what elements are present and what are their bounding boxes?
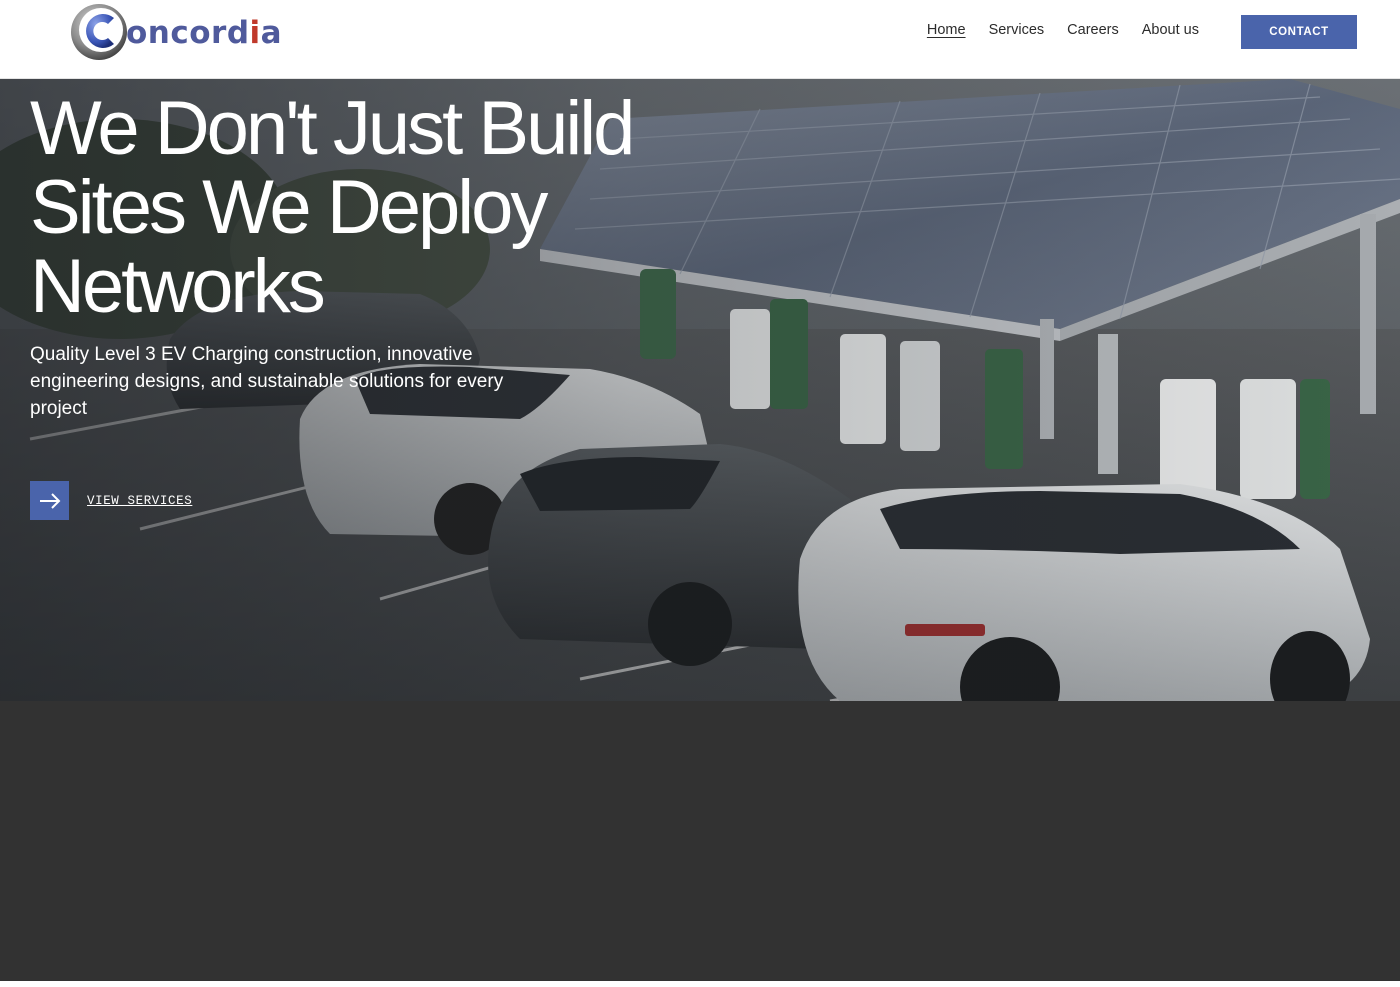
main-nav: Home Services Careers About us xyxy=(927,22,1199,38)
hero-section: We Don't Just Build Sites We Deploy Netw… xyxy=(0,79,1400,701)
nav-careers[interactable]: Careers xyxy=(1067,22,1119,38)
view-services-link[interactable]: VIEW SERVICES xyxy=(30,481,192,520)
hero-subtitle: Quality Level 3 EV Charging construction… xyxy=(30,344,504,419)
view-services-label[interactable]: VIEW SERVICES xyxy=(87,494,192,508)
cta-arrow-button[interactable] xyxy=(30,481,69,520)
hero-title: We Don't Just Build Sites We Deploy Netw… xyxy=(30,89,730,326)
content-section-dark xyxy=(0,701,1400,981)
contact-button[interactable]: CONTACT xyxy=(1241,15,1357,49)
nav-services[interactable]: Services xyxy=(989,22,1045,38)
hero-title-line-2: Sites We Deploy xyxy=(30,165,548,250)
concordia-c-logo-icon xyxy=(71,4,127,60)
site-header: oncordia Home Services Careers About us … xyxy=(0,0,1400,79)
logo-wordmark: oncordia xyxy=(126,15,283,51)
nav-about-us[interactable]: About us xyxy=(1142,22,1199,38)
bottom-divider xyxy=(0,981,1400,987)
hero-title-line-1: We Don't Just Build xyxy=(30,86,635,171)
hero-title-line-3: Networks xyxy=(30,244,326,329)
concordia-logo[interactable]: oncordia xyxy=(70,0,282,64)
arrow-right-icon xyxy=(39,492,60,509)
nav-home[interactable]: Home xyxy=(927,22,966,38)
